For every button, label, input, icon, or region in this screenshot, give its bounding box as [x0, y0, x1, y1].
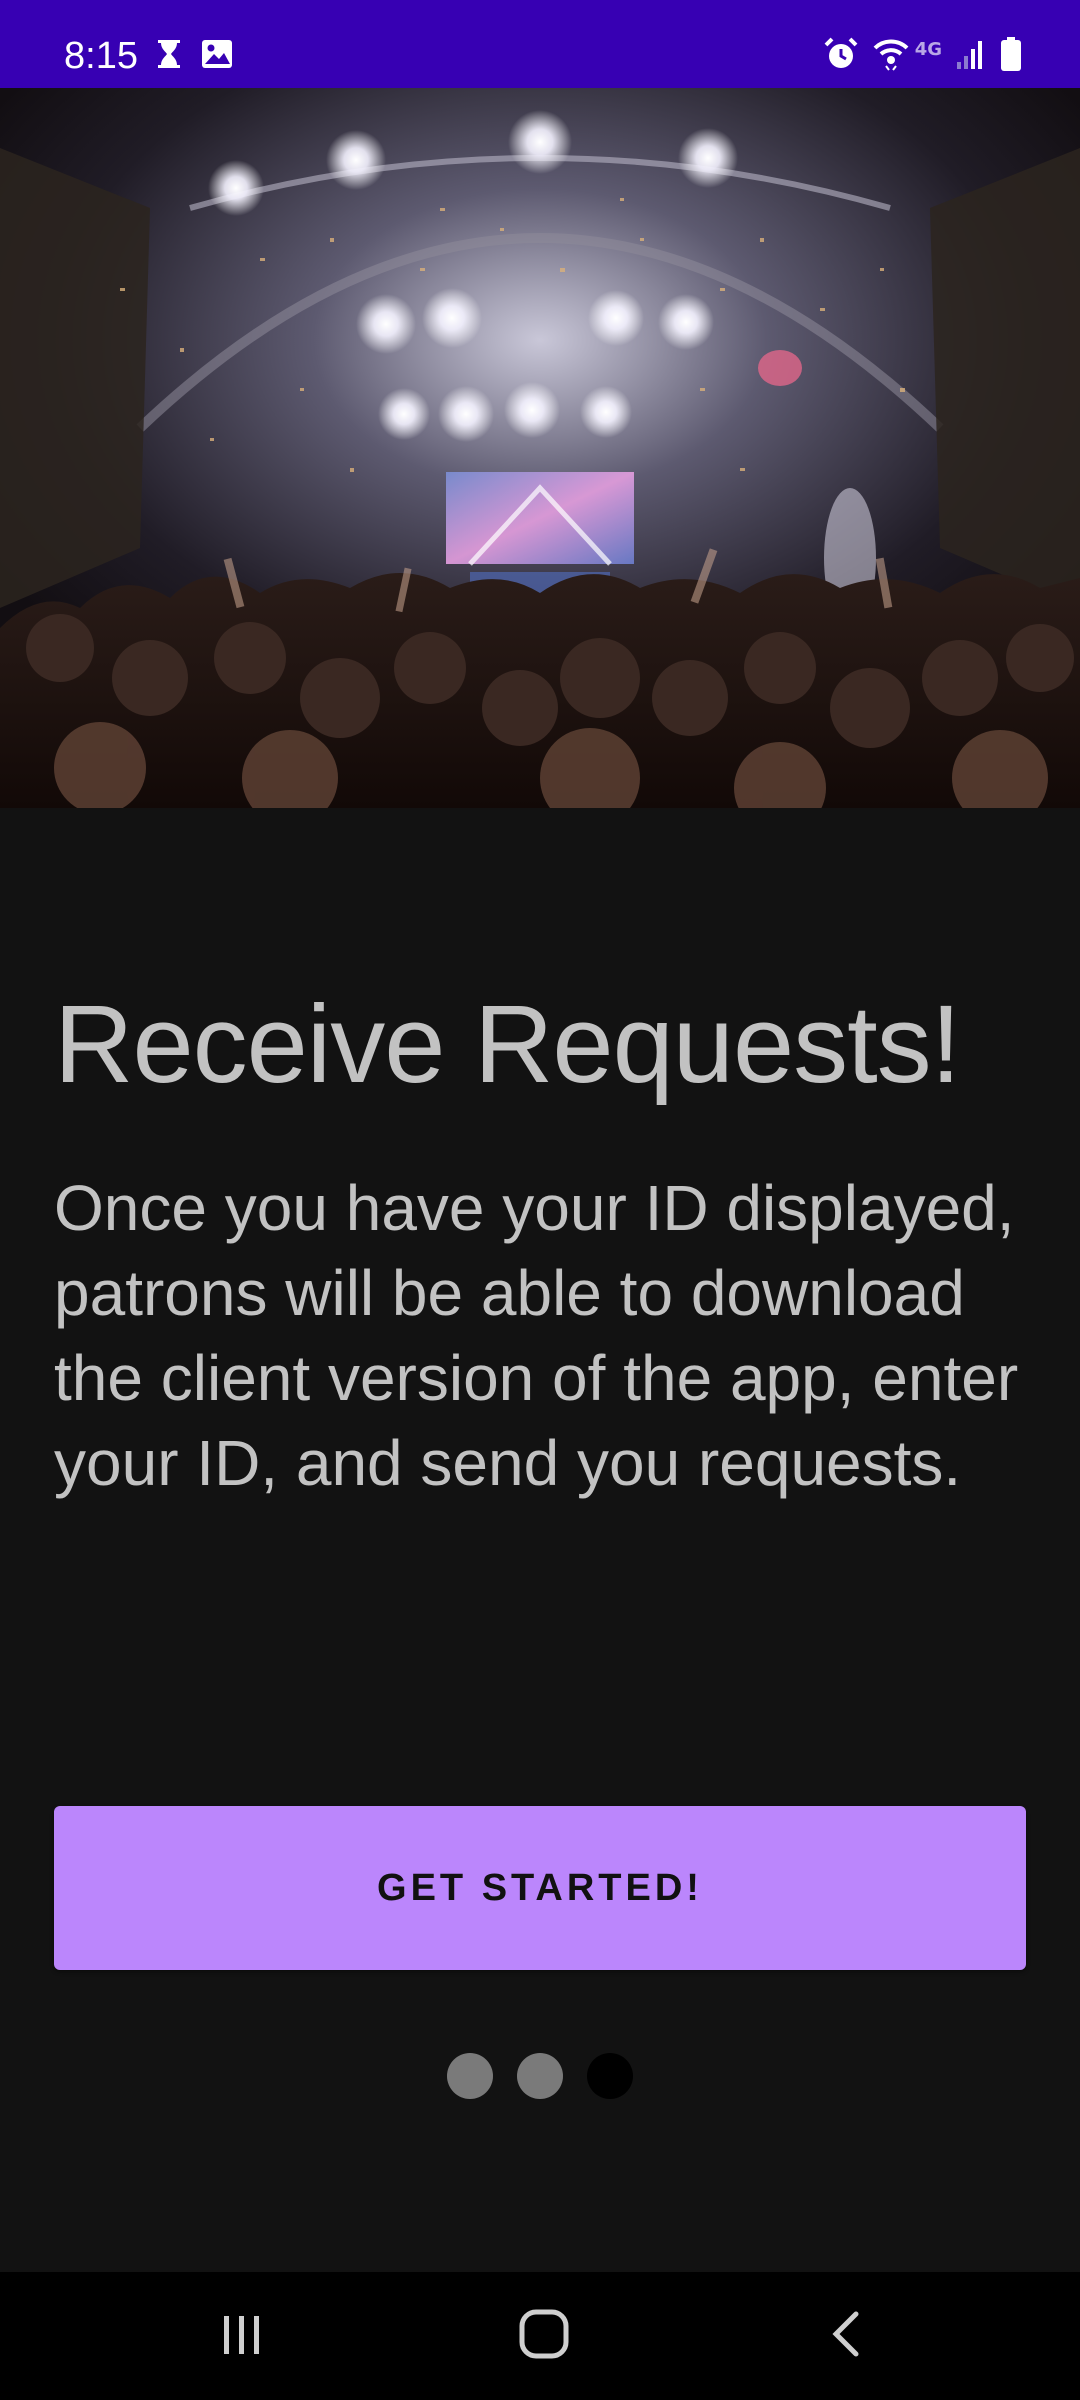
- onboarding-screen: 8:15 4G Receive Requests! Once you have …: [0, 0, 1080, 2400]
- onboarding-description: Once you have your ID displayed, patrons…: [54, 1172, 1019, 1499]
- hero-concert-image: [0, 88, 1080, 808]
- home-button[interactable]: [484, 2296, 604, 2376]
- signal-icon: [956, 38, 986, 75]
- recent-apps-icon: [220, 2312, 264, 2361]
- page-indicator: [0, 2053, 1080, 2099]
- page-dot-2[interactable]: [517, 2053, 563, 2099]
- back-button[interactable]: [786, 2296, 906, 2376]
- hourglass-icon: [156, 38, 182, 75]
- image-icon: [200, 38, 234, 75]
- network-label: 4G: [914, 38, 942, 60]
- get-started-button[interactable]: GET STARTED!: [54, 1806, 1026, 1970]
- status-icons: 4G: [823, 36, 1022, 76]
- onboarding-title: Receive Requests!: [54, 983, 961, 1106]
- home-icon: [518, 2308, 570, 2365]
- back-icon: [826, 2308, 866, 2365]
- alarm-icon: [823, 36, 859, 77]
- recent-apps-button[interactable]: [182, 2296, 302, 2376]
- page-dot-1[interactable]: [447, 2053, 493, 2099]
- page-dot-3[interactable]: [587, 2053, 633, 2099]
- system-navigation-bar: [0, 2272, 1080, 2400]
- wifi-icon: [873, 36, 909, 77]
- status-bar: 8:15 4G: [0, 0, 1080, 88]
- battery-icon: [1000, 36, 1022, 77]
- status-time: 8:15: [64, 35, 138, 77]
